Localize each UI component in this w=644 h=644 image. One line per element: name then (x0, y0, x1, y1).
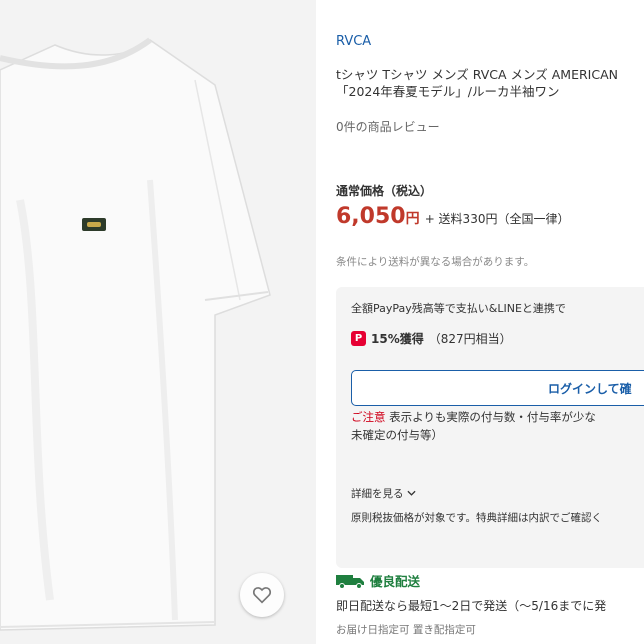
review-count-link[interactable]: 0件の商品レビュー (336, 118, 440, 135)
product-image-pane[interactable] (0, 0, 316, 644)
favorite-button[interactable] (240, 573, 284, 617)
delivery-label: 優良配送 (370, 574, 421, 589)
paypay-icon: P (351, 331, 366, 346)
caution-notice: ご注意 表示よりも実際の付与数・付与率が少な 未確定の付与等） (351, 408, 644, 444)
caution-label: ご注意 (351, 410, 386, 424)
paypay-reward: P 15%獲得 （827円相当） (351, 330, 512, 347)
caution-text: 表示よりも実際の付与数・付与率が少な (389, 410, 596, 424)
heart-icon (252, 587, 272, 604)
delivery-badge: 優良配送 (336, 571, 420, 590)
price-currency: 円 (405, 211, 420, 227)
paypay-box: 全額PayPay残高等で支払い&LINEと連携で P 15%獲得 （827円相当… (336, 287, 644, 568)
price-label: 通常価格（税込） (336, 184, 433, 198)
truck-icon (336, 574, 364, 589)
product-title-line1: tシャツ Tシャツ メンズ RVCA メンズ AMERICAN (336, 67, 618, 82)
reward-basis-note: 原則税抜価格が対象です。特典詳細は内訳でご確認く (351, 512, 602, 524)
chevron-down-icon (407, 490, 416, 496)
product-info-panel: RVCA tシャツ Tシャツ メンズ RVCA メンズ AMERICAN 「20… (336, 0, 644, 644)
details-label: 詳細を見る (351, 488, 404, 500)
login-button[interactable]: ログインして確 (351, 370, 644, 406)
product-title-line2: 「2024年春夏モデル」/ルーカ半袖ワン (336, 84, 560, 99)
shipping-fee: + 送料330円（全国一律） (424, 212, 570, 226)
details-link[interactable]: 詳細を見る (351, 486, 416, 501)
delivery-text: 即日配送なら最短1〜2日で発送（〜5/16までに発 (336, 599, 607, 613)
paypay-equivalent: （827円相当） (428, 332, 512, 346)
product-title: tシャツ Tシャツ メンズ RVCA メンズ AMERICAN 「2024年春夏… (336, 66, 644, 100)
shipping-note: 条件により送料が異なる場合があります。 (336, 256, 535, 268)
paypay-percent: 15%獲得 (371, 332, 424, 346)
price-amount: 6,050 (336, 204, 406, 229)
product-image (0, 0, 316, 644)
price-row: 6,050円 + 送料330円（全国一律） (336, 204, 569, 229)
brand-link[interactable]: RVCA (336, 34, 371, 49)
caution-text-2: 未確定の付与等） (351, 428, 443, 442)
delivery-sub: お届け日指定可 置き配指定可 (336, 624, 476, 636)
paypay-condition: 全額PayPay残高等で支払い&LINEと連携で (351, 302, 566, 315)
login-button-label: ログインして確 (548, 382, 632, 396)
